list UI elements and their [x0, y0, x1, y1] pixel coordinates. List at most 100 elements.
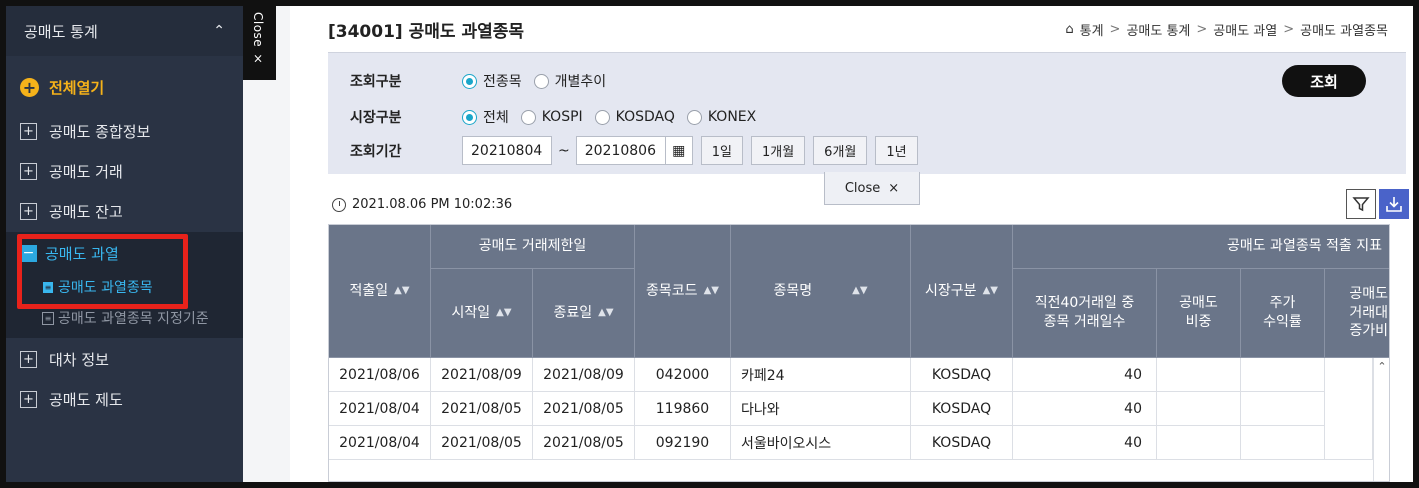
timestamp-text: 2021.08.06 PM 10:02:36 — [352, 197, 513, 212]
header-date[interactable]: 적출일 ▲▼ — [329, 225, 431, 358]
start-date-input[interactable]: 20210804 — [462, 136, 552, 165]
plus-box-icon: + — [20, 162, 37, 180]
sidebar-item-label: 공매도 제도 — [49, 390, 123, 409]
sort-icon[interactable]: ▲▼ — [983, 284, 998, 298]
sidebar-header[interactable]: 공매도 통계 ⌃ — [6, 6, 243, 56]
sidebar-item-trade[interactable]: + 공매도 거래 — [6, 154, 243, 188]
sidebar-item-lending[interactable]: + 대차 정보 — [6, 342, 243, 376]
breadcrumb-item[interactable]: 통계 — [1080, 20, 1104, 39]
sort-icon[interactable]: ▲▼ — [598, 306, 613, 320]
sidebar-item-system[interactable]: + 공매도 제도 — [6, 382, 243, 416]
period-1day-button[interactable]: 1일 — [700, 136, 743, 165]
cell-days: 40 — [1013, 392, 1157, 426]
header-trading-days[interactable]: 직전40거래일 중 종목 거래일수 — [1013, 269, 1157, 358]
sort-icon[interactable]: ▲▼ — [496, 306, 511, 320]
radio-dot — [462, 73, 477, 89]
sidebar-subitem-label: 공매도 과열종목 지정기준 — [58, 311, 209, 327]
sort-icon[interactable]: ▲▼ — [852, 284, 867, 298]
header-start[interactable]: 시작일 ▲▼ — [431, 269, 533, 358]
breadcrumb-item[interactable]: 공매도 과열종목 — [1300, 20, 1388, 39]
cell-return — [1241, 426, 1325, 460]
sidebar-title: 공매도 통계 — [24, 22, 98, 41]
panel-close-button[interactable]: Close × — [824, 172, 920, 205]
header-label-line2: 거래대 — [1349, 304, 1388, 321]
vertical-scrollbar[interactable]: ⌃ — [1373, 358, 1389, 481]
clock-icon — [332, 197, 346, 212]
header-short-ratio[interactable]: 공매도 비중 — [1157, 269, 1241, 358]
radio-individual[interactable]: 개별추이 — [533, 71, 607, 91]
cell-end: 2021/08/05 — [533, 426, 635, 460]
calendar-icon[interactable]: ▦ — [664, 136, 693, 165]
period-row: 조회기간 20210804 ~ 20210806 ▦ 1일 1개월 6개월 1년 — [350, 136, 918, 165]
cell-market: KOSDAQ — [911, 392, 1013, 426]
breadcrumb: ⌂ 통계 > 공매도 통계 > 공매도 과열 > 공매도 과열종목 — [1065, 20, 1388, 39]
radio-dot — [533, 73, 549, 89]
query-type-row: 조회구분 전종목 개별추이 — [350, 71, 618, 91]
radio-kosdaq[interactable]: KOSDAQ — [594, 109, 675, 125]
cell-name: 서울바이오시스 — [731, 426, 911, 460]
main-content: [34001] 공매도 과열종목 ⌂ 통계 > 공매도 통계 > 공매도 과열 … — [290, 6, 1413, 482]
search-button[interactable]: 조회 — [1282, 65, 1366, 97]
expand-all-button[interactable]: + 전체열기 — [6, 70, 243, 104]
breadcrumb-item[interactable]: 공매도 통계 — [1126, 20, 1190, 39]
header-restrict-group: 공매도 거래제한일 — [431, 225, 635, 269]
header-label: 공매도 거래제한일 — [478, 238, 587, 255]
chevron-up-icon[interactable]: ⌃ — [213, 23, 225, 39]
sidebar-item-summary[interactable]: + 공매도 종합정보 — [6, 114, 243, 148]
sidebar-item-balance[interactable]: + 공매도 잔고 — [6, 194, 243, 228]
document-icon: ≡ — [42, 311, 54, 325]
plus-box-icon: + — [20, 122, 37, 140]
cell-date: 2021/08/04 — [329, 392, 431, 426]
period-1month-button[interactable]: 1개월 — [750, 136, 806, 165]
cell-code: 092190 — [635, 426, 731, 460]
radio-kospi[interactable]: KOSPI — [520, 109, 583, 125]
sidebar-item-label: 공매도 거래 — [49, 162, 123, 181]
download-icon[interactable] — [1379, 189, 1409, 219]
radio-market-all[interactable]: 전체 — [462, 107, 509, 127]
plus-box-icon: + — [20, 202, 37, 220]
cell-name: 카페24 — [731, 358, 911, 392]
header-label: 적출일 — [349, 282, 389, 299]
header-market[interactable]: 시장구분 ▲▼ — [911, 225, 1013, 358]
cell-end: 2021/08/05 — [533, 392, 635, 426]
header-label: 종목명 — [773, 282, 813, 299]
header-price-return[interactable]: 주가 수익률 — [1241, 269, 1325, 358]
header-label: 종목코드 — [646, 282, 698, 299]
close-tab-label: Close × — [251, 12, 265, 67]
breadcrumb-item[interactable]: 공매도 과열 — [1213, 20, 1277, 39]
home-icon[interactable]: ⌂ — [1065, 22, 1073, 37]
header-end[interactable]: 종료일 ▲▼ — [533, 269, 635, 358]
cell-name: 다나와 — [731, 392, 911, 426]
sort-icon[interactable]: ▲▼ — [704, 284, 719, 298]
cell-code: 119860 — [635, 392, 731, 426]
data-table: 적출일 ▲▼ 공매도 거래제한일 시작일 ▲▼ 종료일 ▲▼ 종목코드 ▲▼ 종목명 ▲▼… — [328, 224, 1390, 482]
chevron-up-icon[interactable]: ⌃ — [1377, 360, 1386, 481]
header-volume-increase[interactable]: 공매도 거래대 증가비 — [1325, 269, 1389, 358]
cell-date: 2021/08/04 — [329, 426, 431, 460]
close-icon: × — [888, 180, 900, 196]
header-label: 시장구분 — [925, 282, 977, 299]
cell-market: KOSDAQ — [911, 358, 1013, 392]
sidebar-close-tab[interactable]: Close × — [243, 6, 276, 80]
header-label: 종료일 — [553, 304, 593, 321]
cell-ratio — [1157, 426, 1241, 460]
radio-konex[interactable]: KONEX — [686, 109, 756, 125]
radio-all-stocks[interactable]: 전종목 — [462, 71, 522, 91]
cell-return — [1241, 392, 1325, 426]
header-label-line2: 수익률 — [1263, 314, 1302, 330]
radio-label: 개별추이 — [554, 74, 607, 90]
chevron-right-icon: > — [1283, 21, 1295, 37]
cell-start: 2021/08/05 — [431, 426, 533, 460]
search-panel: 조회구분 전종목 개별추이 시장구분 전체 KOSPI KOSDAQ KONEX… — [328, 52, 1406, 174]
chevron-right-icon: > — [1109, 21, 1121, 37]
expand-all-label: 전체열기 — [49, 78, 105, 97]
period-6month-button[interactable]: 6개월 — [813, 136, 868, 165]
sort-icon[interactable]: ▲▼ — [394, 284, 409, 298]
radio-dot — [462, 109, 477, 125]
filter-icon[interactable] — [1346, 189, 1376, 219]
header-code[interactable]: 종목코드 ▲▼ — [635, 225, 731, 358]
end-date-input[interactable]: 20210806 — [575, 136, 666, 165]
header-name[interactable]: 종목명 ▲▼ — [731, 225, 911, 358]
radio-dot — [594, 109, 610, 125]
period-1year-button[interactable]: 1년 — [875, 136, 918, 165]
